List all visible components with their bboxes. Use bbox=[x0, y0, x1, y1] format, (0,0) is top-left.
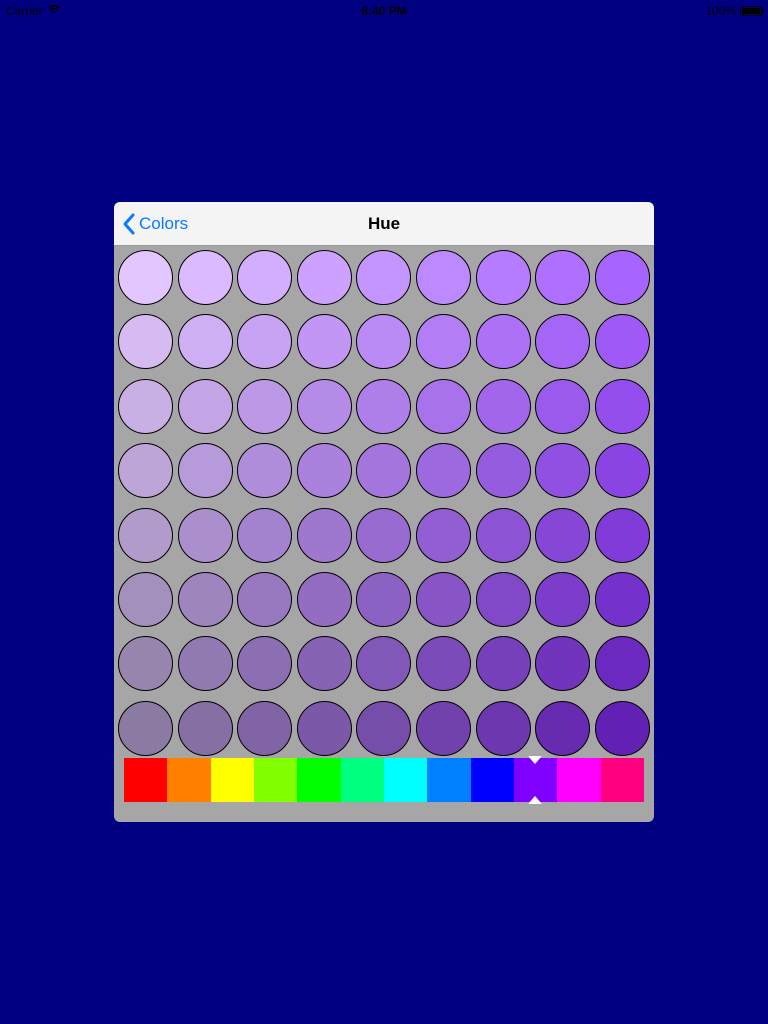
color-swatch[interactable] bbox=[535, 314, 591, 370]
hue-segment[interactable] bbox=[557, 758, 601, 802]
color-swatch[interactable] bbox=[416, 443, 471, 499]
color-swatch[interactable] bbox=[535, 250, 591, 305]
color-swatch[interactable] bbox=[177, 250, 233, 305]
color-swatch[interactable] bbox=[177, 443, 233, 499]
color-swatch[interactable] bbox=[594, 443, 650, 499]
color-swatch[interactable] bbox=[118, 572, 173, 627]
hue-segment[interactable] bbox=[210, 758, 254, 802]
color-swatch[interactable] bbox=[237, 250, 293, 305]
color-swatch[interactable] bbox=[356, 507, 412, 563]
color-swatch[interactable] bbox=[118, 378, 173, 434]
hue-segment[interactable] bbox=[297, 758, 341, 802]
color-swatch[interactable] bbox=[296, 572, 352, 627]
color-swatch[interactable] bbox=[296, 700, 352, 756]
color-swatch[interactable] bbox=[475, 314, 531, 370]
color-swatch[interactable] bbox=[475, 572, 531, 627]
selection-marker-bottom bbox=[527, 796, 542, 804]
color-swatch[interactable] bbox=[535, 572, 591, 627]
color-swatch[interactable] bbox=[356, 443, 412, 499]
color-swatch[interactable] bbox=[118, 636, 173, 692]
color-swatch[interactable] bbox=[535, 636, 591, 692]
color-swatch[interactable] bbox=[594, 314, 650, 370]
selection-marker-top bbox=[527, 756, 542, 764]
color-swatch[interactable] bbox=[475, 636, 531, 692]
color-swatch[interactable] bbox=[118, 250, 173, 305]
color-swatch[interactable] bbox=[177, 636, 233, 692]
color-swatch[interactable] bbox=[475, 507, 531, 563]
color-swatch[interactable] bbox=[356, 572, 412, 627]
hue-segment[interactable] bbox=[253, 758, 298, 802]
color-swatch[interactable] bbox=[475, 378, 531, 434]
color-swatch[interactable] bbox=[356, 378, 412, 434]
hue-segment[interactable] bbox=[513, 756, 558, 804]
color-swatch[interactable] bbox=[118, 507, 173, 563]
hue-selector-bar[interactable] bbox=[124, 756, 644, 804]
color-swatch[interactable] bbox=[177, 700, 233, 756]
color-swatch[interactable] bbox=[356, 250, 412, 305]
color-swatch[interactable] bbox=[535, 378, 591, 434]
color-swatch[interactable] bbox=[237, 314, 293, 370]
color-swatch[interactable] bbox=[237, 443, 293, 499]
color-swatch[interactable] bbox=[177, 314, 233, 370]
color-swatch[interactable] bbox=[237, 636, 293, 692]
hue-segment[interactable] bbox=[340, 758, 384, 802]
color-swatch[interactable] bbox=[118, 314, 173, 370]
color-swatch[interactable] bbox=[594, 572, 650, 627]
color-swatch[interactable] bbox=[535, 700, 591, 756]
color-swatch[interactable] bbox=[118, 700, 173, 756]
color-swatch[interactable] bbox=[594, 250, 650, 305]
clock: 8:40 PM bbox=[361, 4, 407, 18]
color-swatch[interactable] bbox=[296, 443, 352, 499]
color-swatch[interactable] bbox=[356, 314, 412, 370]
color-swatch[interactable] bbox=[416, 636, 471, 692]
color-swatch[interactable] bbox=[296, 636, 352, 692]
navigation-bar: Colors Hue bbox=[114, 202, 654, 246]
color-swatch[interactable] bbox=[296, 507, 352, 563]
color-swatch[interactable] bbox=[296, 314, 352, 370]
color-swatch[interactable] bbox=[296, 378, 352, 434]
hue-segment[interactable] bbox=[383, 758, 428, 802]
color-swatch[interactable] bbox=[118, 443, 173, 499]
color-swatch[interactable] bbox=[416, 378, 471, 434]
color-swatch[interactable] bbox=[356, 636, 412, 692]
hue-picker-panel: Colors Hue bbox=[114, 202, 654, 822]
color-swatch[interactable] bbox=[594, 507, 650, 563]
battery-icon bbox=[740, 6, 764, 16]
color-swatch[interactable] bbox=[594, 636, 650, 692]
color-swatch[interactable] bbox=[177, 572, 233, 627]
color-swatch[interactable] bbox=[296, 250, 352, 305]
color-swatch[interactable] bbox=[416, 250, 471, 305]
hue-segment[interactable] bbox=[600, 758, 644, 802]
color-swatch[interactable] bbox=[475, 250, 531, 305]
hue-segment[interactable] bbox=[470, 758, 514, 802]
color-swatch[interactable] bbox=[237, 700, 293, 756]
color-swatch[interactable] bbox=[416, 507, 471, 563]
color-swatch[interactable] bbox=[475, 700, 531, 756]
color-swatch[interactable] bbox=[535, 507, 591, 563]
battery-indicator: 100% bbox=[705, 4, 764, 18]
color-swatch[interactable] bbox=[416, 572, 471, 627]
color-swatch[interactable] bbox=[356, 700, 412, 756]
color-swatch[interactable] bbox=[237, 378, 293, 434]
battery-percent: 100% bbox=[705, 4, 736, 18]
color-swatch[interactable] bbox=[594, 700, 650, 756]
color-swatch[interactable] bbox=[535, 443, 591, 499]
color-swatch[interactable] bbox=[177, 507, 233, 563]
hue-segment[interactable] bbox=[167, 758, 211, 802]
hue-segment[interactable] bbox=[427, 758, 471, 802]
hue-segment[interactable] bbox=[124, 758, 168, 802]
color-swatch[interactable] bbox=[416, 700, 471, 756]
status-bar: Carrier 8:40 PM 100% bbox=[0, 0, 768, 20]
color-swatch[interactable] bbox=[177, 378, 233, 434]
color-swatch[interactable] bbox=[237, 507, 293, 563]
color-swatch[interactable] bbox=[416, 314, 471, 370]
color-swatch[interactable] bbox=[475, 443, 531, 499]
color-swatch[interactable] bbox=[594, 378, 650, 434]
color-swatch[interactable] bbox=[237, 572, 293, 627]
page-title: Hue bbox=[367, 214, 401, 233]
